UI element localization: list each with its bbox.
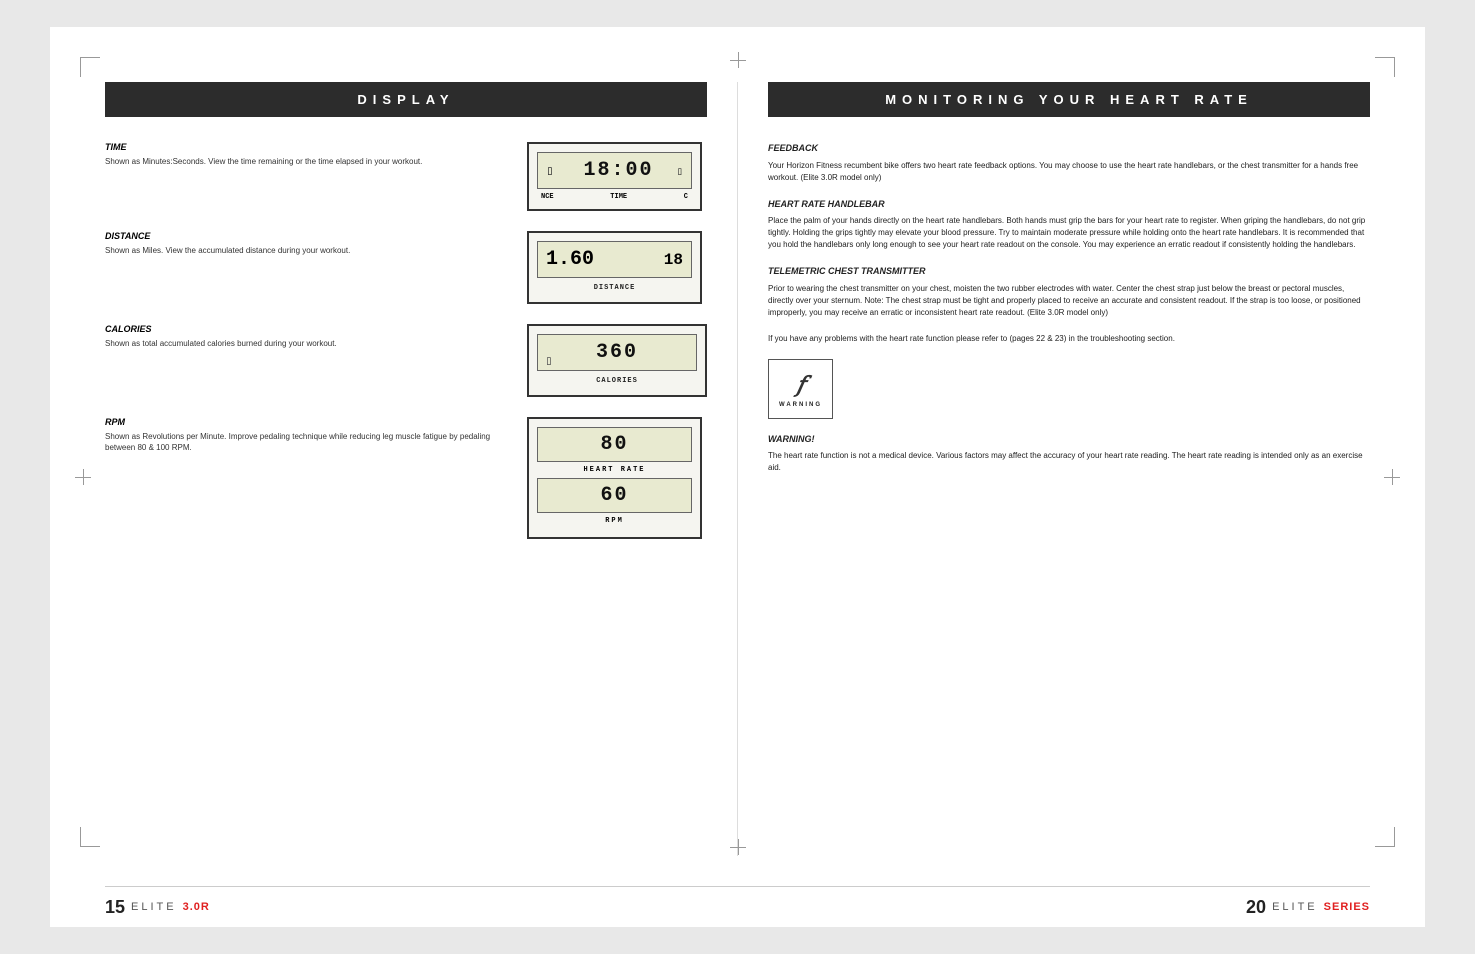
warning-icon-box: 𝑓 WARNING xyxy=(768,359,833,419)
right-footer-series: ELITE xyxy=(1272,901,1318,913)
corner-mark-tl xyxy=(80,57,100,77)
reg-mark-top xyxy=(730,52,746,68)
calories-item: CALORIES Shown as total accumulated calo… xyxy=(105,324,707,397)
warning-title: WARNING! xyxy=(768,433,1370,447)
reg-mark-bottom xyxy=(730,839,746,855)
calories-desc: Shown as total accumulated calories burn… xyxy=(105,338,507,349)
distance-label: DISTANCE xyxy=(105,231,507,241)
dist-digits: 1.60 xyxy=(546,248,594,271)
rpm-label-text: RPM xyxy=(537,515,692,529)
troubleshoot-section: If you have any problems with the heart … xyxy=(768,333,1370,345)
transmitter-section: TELEMETRIC CHEST TRANSMITTER Prior to we… xyxy=(768,265,1370,319)
feedback-section: FEEDBACK Your Horizon Fitness recumbent … xyxy=(768,142,1370,184)
feedback-title: FEEDBACK xyxy=(768,142,1370,156)
time-label-c: C xyxy=(684,193,688,201)
warning-text: The heart rate function is not a medical… xyxy=(768,450,1370,474)
time-labels: NCE TIME C xyxy=(537,193,692,201)
time-label-nce: NCE xyxy=(541,193,554,201)
time-label: TIME xyxy=(105,142,507,152)
calories-label-text: CALORIES xyxy=(596,377,638,385)
warning-section: WARNING! The heart rate function is not … xyxy=(768,433,1370,475)
display-section: TIME Shown as Minutes:Seconds. View the … xyxy=(105,142,707,539)
left-footer-series: ELITE xyxy=(131,901,177,913)
corner-mark-br xyxy=(1375,827,1395,847)
right-page-num: 20 xyxy=(1246,897,1266,918)
hr-digits: 80 xyxy=(600,433,628,456)
page-footer: 15 ELITE 3.0R 20 ELITE SERIES xyxy=(105,887,1370,927)
time-screen: ▯ 18:00 ▯ xyxy=(537,152,692,189)
calories-label-bar: CALORIES xyxy=(537,375,697,387)
time-text: TIME Shown as Minutes:Seconds. View the … xyxy=(105,142,507,167)
monitoring-header: MONITORING YOUR HEART RATE xyxy=(768,82,1370,117)
handlebar-title: HEART RATE HANDLEBAR xyxy=(768,198,1370,212)
time-display: ▯ 18:00 ▯ NCE TIME C xyxy=(527,142,707,211)
dist-lcd: 1.60 18 DISTANCE xyxy=(527,231,702,304)
rpm-display: 80 HEART RATE 60 RPM xyxy=(527,417,707,539)
reg-mark-right xyxy=(1384,469,1400,485)
warning-icon-label: WARNING xyxy=(779,401,822,410)
time-digits: 18:00 xyxy=(583,159,653,182)
hr-label: HEART RATE xyxy=(537,464,692,478)
left-page-num: 15 xyxy=(105,897,125,918)
rpm-item: RPM Shown as Revolutions per Minute. Imp… xyxy=(105,417,707,539)
calories-text: CALORIES Shown as total accumulated calo… xyxy=(105,324,507,349)
calories-digits: 360 xyxy=(596,341,638,364)
rpm-digits: 60 xyxy=(600,484,628,507)
calories-screen: ▯ 360 xyxy=(537,334,697,371)
distance-display: 1.60 18 DISTANCE xyxy=(527,231,707,304)
rpm-screen: 60 xyxy=(537,478,692,513)
distance-text: DISTANCE Shown as Miles. View the accumu… xyxy=(105,231,507,256)
corner-mark-bl xyxy=(80,827,100,847)
distance-item: DISTANCE Shown as Miles. View the accumu… xyxy=(105,231,707,304)
troubleshoot-text: If you have any problems with the heart … xyxy=(768,333,1370,345)
monitoring-content: FEEDBACK Your Horizon Fitness recumbent … xyxy=(768,142,1370,474)
rpm-label: RPM xyxy=(105,417,507,427)
transmitter-title: TELEMETRIC CHEST TRANSMITTER xyxy=(768,265,1370,279)
left-footer-model: 3.0R xyxy=(183,901,210,913)
footer-left: 15 ELITE 3.0R xyxy=(105,897,738,918)
warning-f-icon: 𝑓 xyxy=(796,368,804,401)
handlebar-text: Place the palm of your hands directly on… xyxy=(768,215,1370,251)
calories-lcd: ▯ 360 CALORIES xyxy=(527,324,707,397)
time-lcd: ▯ 18:00 ▯ NCE TIME C xyxy=(527,142,702,211)
hr-screen: 80 xyxy=(537,427,692,462)
dist-screen: 1.60 18 xyxy=(537,241,692,278)
page-container: DISPLAY TIME Shown as Minutes:Seconds. V… xyxy=(50,27,1425,927)
calories-label: CALORIES xyxy=(105,324,507,334)
right-page: MONITORING YOUR HEART RATE FEEDBACK Your… xyxy=(738,82,1370,856)
handlebar-section: HEART RATE HANDLEBAR Place the palm of y… xyxy=(768,198,1370,252)
feedback-text: Your Horizon Fitness recumbent bike offe… xyxy=(768,160,1370,184)
footer-right: 20 ELITE SERIES xyxy=(738,897,1371,918)
warning-box: 𝑓 WARNING xyxy=(768,359,1370,419)
distance-desc: Shown as Miles. View the accumulated dis… xyxy=(105,245,507,256)
dist-label: DISTANCE xyxy=(594,284,636,292)
right-footer-model: SERIES xyxy=(1324,901,1370,913)
rpm-text: RPM Shown as Revolutions per Minute. Imp… xyxy=(105,417,507,453)
transmitter-text: Prior to wearing the chest transmitter o… xyxy=(768,283,1370,319)
left-page: DISPLAY TIME Shown as Minutes:Seconds. V… xyxy=(105,82,738,856)
dist-label-bar: DISTANCE xyxy=(537,282,692,294)
reg-mark-left xyxy=(75,469,91,485)
rpm-desc: Shown as Revolutions per Minute. Improve… xyxy=(105,431,507,453)
display-header: DISPLAY xyxy=(105,82,707,117)
time-item: TIME Shown as Minutes:Seconds. View the … xyxy=(105,142,707,211)
time-label-time: TIME xyxy=(610,193,627,201)
content-area: DISPLAY TIME Shown as Minutes:Seconds. V… xyxy=(105,82,1370,856)
calories-display: ▯ 360 CALORIES xyxy=(527,324,707,397)
corner-mark-tr xyxy=(1375,57,1395,77)
dist-side-num: 18 xyxy=(664,251,683,269)
time-desc: Shown as Minutes:Seconds. View the time … xyxy=(105,156,507,167)
rpm-hr-lcd: 80 HEART RATE 60 RPM xyxy=(527,417,702,539)
